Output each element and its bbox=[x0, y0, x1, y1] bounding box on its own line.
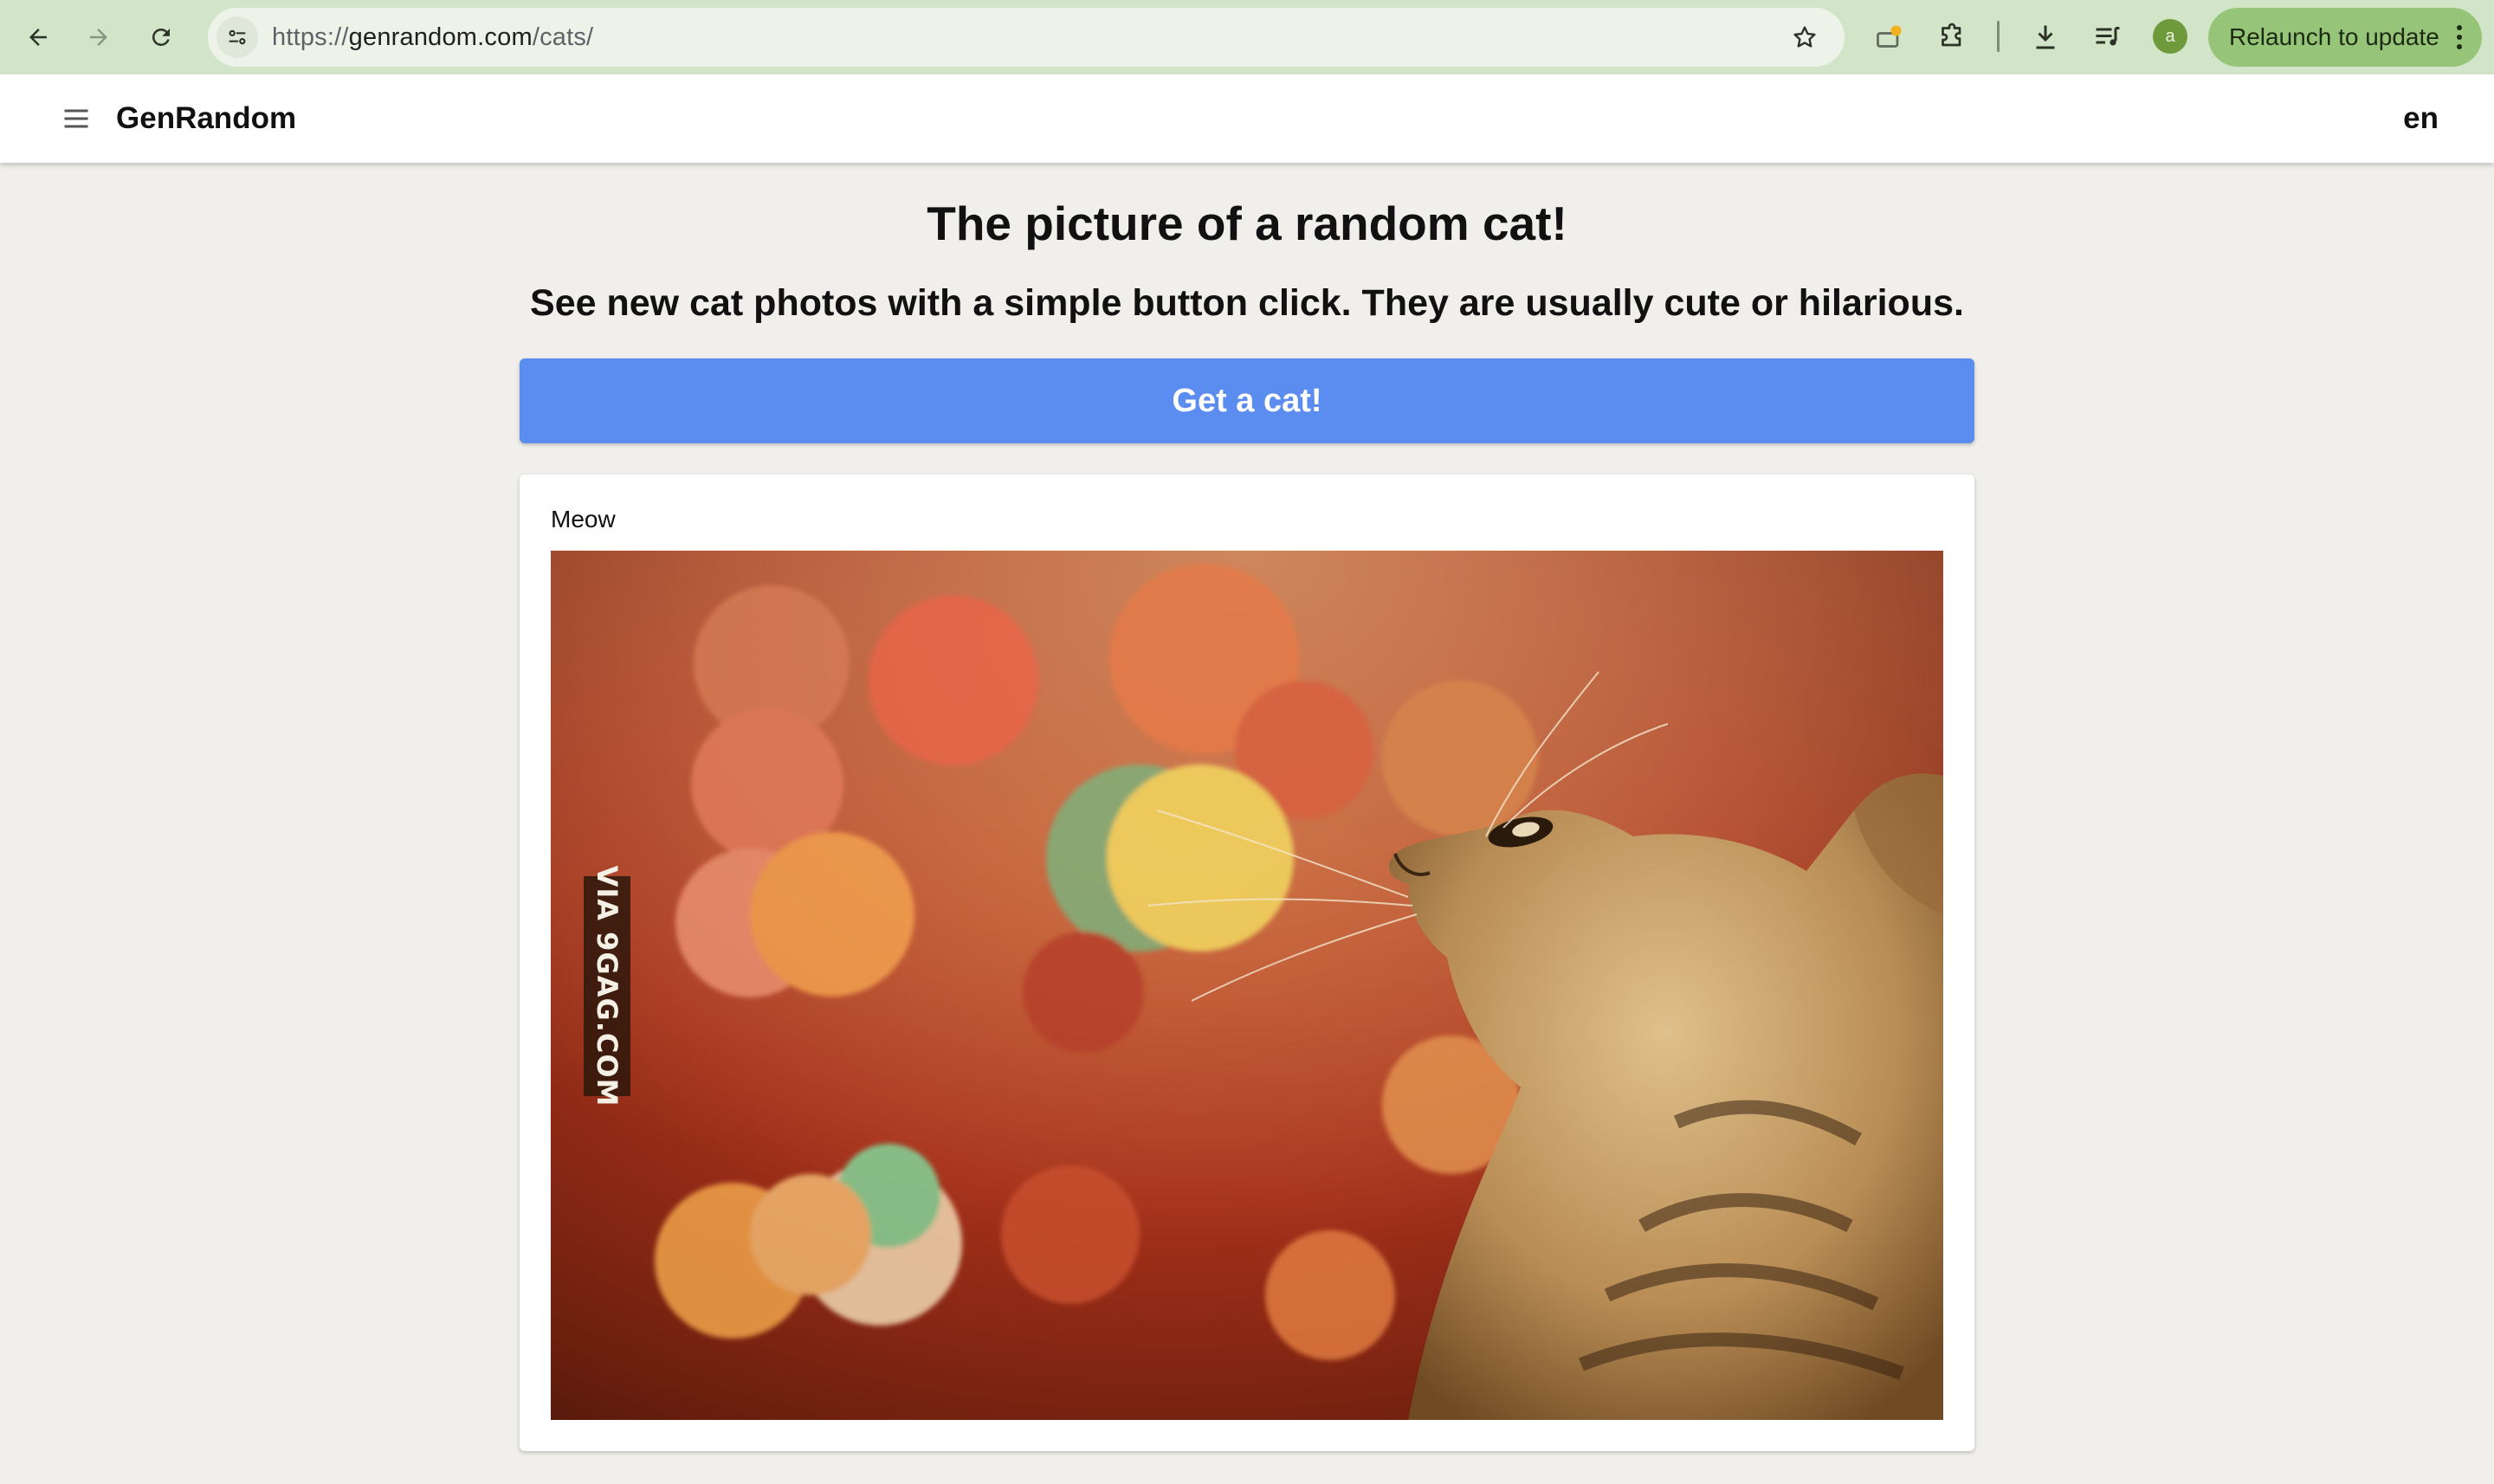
bookmark-button[interactable] bbox=[1789, 22, 1820, 53]
url-scheme: https:// bbox=[272, 23, 349, 51]
hamburger-menu-icon[interactable] bbox=[61, 103, 92, 134]
media-controls-button[interactable] bbox=[2087, 16, 2129, 58]
page-title: The picture of a random cat! bbox=[927, 197, 1567, 250]
puzzle-icon bbox=[1942, 23, 1961, 47]
toolbar-divider bbox=[1997, 21, 2000, 52]
site-header: GenRandom en bbox=[0, 74, 2494, 163]
back-button[interactable] bbox=[17, 16, 59, 58]
page-subtitle: See new cat photos with a simple button … bbox=[530, 282, 1964, 324]
address-bar[interactable]: https://genrandom.com/cats/ bbox=[208, 8, 1845, 67]
forward-button[interactable] bbox=[78, 16, 120, 58]
forward-arrow-icon bbox=[90, 29, 107, 46]
extension-alert-icon bbox=[1877, 25, 1902, 48]
media-queue-icon bbox=[2096, 27, 2120, 46]
relaunch-label: Relaunch to update bbox=[2229, 23, 2439, 50]
browser-toolbar: https://genrandom.com/cats/ a Relaunch t… bbox=[0, 0, 2494, 74]
download-icon bbox=[2036, 25, 2055, 49]
site-brand[interactable]: GenRandom bbox=[116, 74, 296, 163]
cat-photo: VIA 9GAG.COM bbox=[551, 551, 1943, 1420]
watermark: VIA 9GAG.COM bbox=[584, 866, 630, 1107]
card-label: Meow bbox=[551, 506, 616, 532]
language-selector[interactable]: en bbox=[2403, 74, 2439, 163]
site-info-icon bbox=[229, 29, 246, 45]
reload-icon bbox=[152, 28, 170, 46]
back-arrow-icon bbox=[29, 29, 47, 46]
reload-button[interactable] bbox=[140, 16, 182, 58]
cat-card: Meow VIA 9GAG.COM bbox=[520, 474, 1974, 1451]
url-host: genrandom.com bbox=[348, 23, 533, 51]
star-icon bbox=[1793, 26, 1816, 48]
url-path: /cats/ bbox=[532, 23, 594, 51]
extension-alert-button[interactable] bbox=[1869, 16, 1910, 58]
site-info-button[interactable] bbox=[216, 16, 258, 58]
relaunch-button[interactable]: Relaunch to update bbox=[2208, 8, 2482, 67]
profile-avatar[interactable]: a bbox=[2153, 19, 2187, 54]
extensions-button[interactable] bbox=[1931, 16, 1973, 58]
downloads-button[interactable] bbox=[2025, 16, 2066, 58]
cat-photo-image bbox=[551, 551, 1943, 1420]
url-text[interactable]: https://genrandom.com/cats/ bbox=[272, 8, 593, 67]
get-cat-button[interactable]: Get a cat! bbox=[520, 358, 1974, 443]
watermark-text: VIA 9GAG.COM bbox=[591, 865, 624, 1107]
kebab-menu-icon bbox=[2457, 25, 2462, 49]
